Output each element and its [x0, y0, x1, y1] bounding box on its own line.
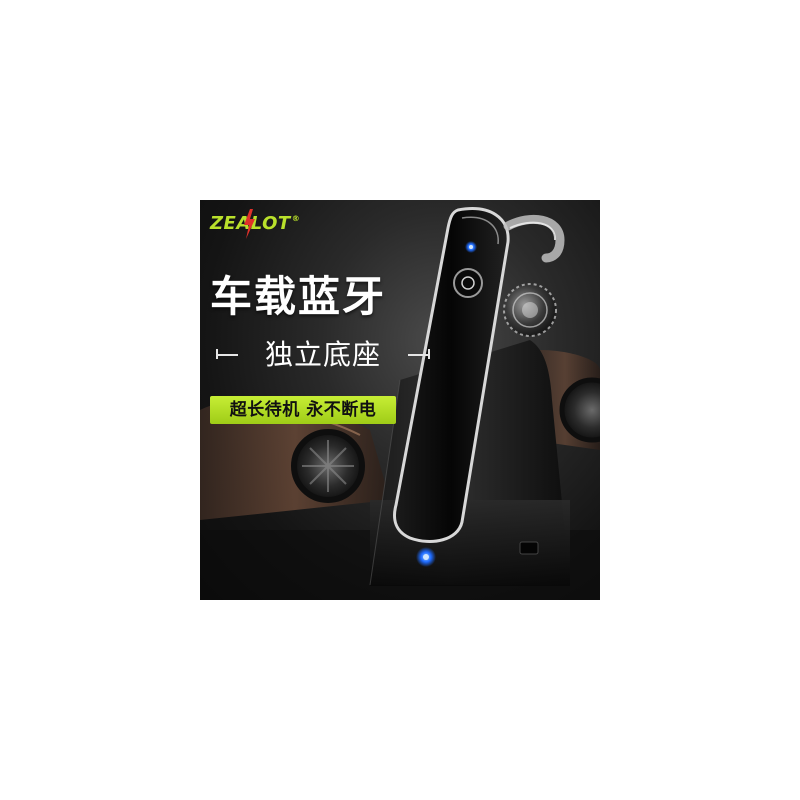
headset-button	[453, 268, 483, 298]
divider-right	[408, 354, 430, 356]
headline: 车载蓝牙	[210, 272, 387, 321]
product-ad-image: ZEALOT ® 车载蓝牙 独立底座 超长待机 永不断电	[200, 200, 600, 600]
divider-left-tick	[216, 349, 218, 359]
feature-badge: 超长待机 永不断电	[210, 396, 396, 424]
divider-right-tick	[428, 349, 430, 359]
subheadline-group: 独立底座	[216, 338, 430, 372]
brand-logo: ZEALOT ®	[210, 209, 301, 239]
registered-mark-icon: ®	[291, 213, 301, 223]
lightning-bolt-icon	[244, 209, 255, 239]
divider-left	[216, 354, 238, 356]
usb-port	[519, 541, 539, 555]
ear-tip	[503, 283, 557, 337]
subheadline: 独立底座	[264, 338, 381, 371]
